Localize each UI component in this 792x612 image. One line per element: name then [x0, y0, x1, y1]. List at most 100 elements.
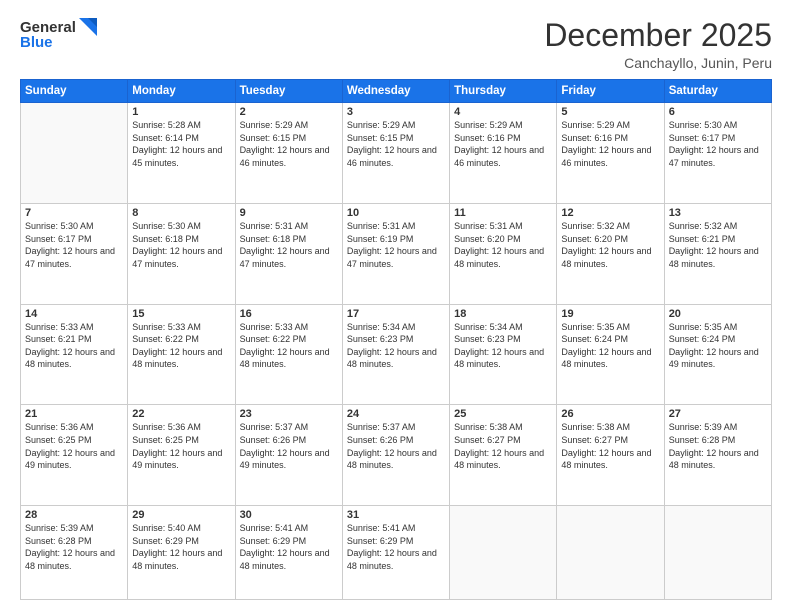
week-row-4: 21 Sunrise: 5:36 AMSunset: 6:25 PMDaylig…: [21, 405, 772, 506]
calendar-cell-w3-d4: 17 Sunrise: 5:34 AMSunset: 6:23 PMDaylig…: [342, 304, 449, 405]
calendar-cell-w2-d2: 8 Sunrise: 5:30 AMSunset: 6:18 PMDayligh…: [128, 203, 235, 304]
day-number: 17: [347, 308, 445, 320]
day-info: Sunrise: 5:41 AMSunset: 6:29 PMDaylight:…: [240, 522, 338, 572]
calendar-cell-w5-d6: [557, 506, 664, 600]
day-info: Sunrise: 5:36 AMSunset: 6:25 PMDaylight:…: [132, 421, 230, 471]
calendar-cell-w2-d6: 12 Sunrise: 5:32 AMSunset: 6:20 PMDaylig…: [557, 203, 664, 304]
calendar-cell-w3-d7: 20 Sunrise: 5:35 AMSunset: 6:24 PMDaylig…: [664, 304, 771, 405]
day-info: Sunrise: 5:29 AMSunset: 6:16 PMDaylight:…: [561, 119, 659, 169]
day-info: Sunrise: 5:38 AMSunset: 6:27 PMDaylight:…: [454, 421, 552, 471]
day-number: 19: [561, 308, 659, 320]
day-info: Sunrise: 5:36 AMSunset: 6:25 PMDaylight:…: [25, 421, 123, 471]
calendar-cell-w5-d1: 28 Sunrise: 5:39 AMSunset: 6:28 PMDaylig…: [21, 506, 128, 600]
calendar-cell-w3-d3: 16 Sunrise: 5:33 AMSunset: 6:22 PMDaylig…: [235, 304, 342, 405]
day-number: 2: [240, 106, 338, 118]
calendar-cell-w5-d4: 31 Sunrise: 5:41 AMSunset: 6:29 PMDaylig…: [342, 506, 449, 600]
calendar-cell-w2-d7: 13 Sunrise: 5:32 AMSunset: 6:21 PMDaylig…: [664, 203, 771, 304]
day-info: Sunrise: 5:35 AMSunset: 6:24 PMDaylight:…: [669, 321, 767, 371]
day-info: Sunrise: 5:32 AMSunset: 6:20 PMDaylight:…: [561, 220, 659, 270]
day-info: Sunrise: 5:29 AMSunset: 6:15 PMDaylight:…: [240, 119, 338, 169]
day-number: 8: [132, 207, 230, 219]
calendar-cell-w4-d7: 27 Sunrise: 5:39 AMSunset: 6:28 PMDaylig…: [664, 405, 771, 506]
calendar-cell-w1-d2: 1 Sunrise: 5:28 AMSunset: 6:14 PMDayligh…: [128, 103, 235, 204]
day-number: 31: [347, 509, 445, 521]
calendar-cell-w1-d7: 6 Sunrise: 5:30 AMSunset: 6:17 PMDayligh…: [664, 103, 771, 204]
col-wednesday: Wednesday: [342, 80, 449, 103]
day-info: Sunrise: 5:39 AMSunset: 6:28 PMDaylight:…: [25, 522, 123, 572]
day-number: 26: [561, 408, 659, 420]
calendar-cell-w1-d5: 4 Sunrise: 5:29 AMSunset: 6:16 PMDayligh…: [450, 103, 557, 204]
logo-triangle-icon: [79, 18, 97, 36]
calendar-cell-w5-d7: [664, 506, 771, 600]
calendar-header-row: Sunday Monday Tuesday Wednesday Thursday…: [21, 80, 772, 103]
page: General Blue December 2025 Canchayllo, J…: [0, 0, 792, 612]
calendar-cell-w4-d4: 24 Sunrise: 5:37 AMSunset: 6:26 PMDaylig…: [342, 405, 449, 506]
title-location: Canchayllo, Junin, Peru: [544, 55, 772, 71]
calendar-cell-w5-d2: 29 Sunrise: 5:40 AMSunset: 6:29 PMDaylig…: [128, 506, 235, 600]
day-number: 7: [25, 207, 123, 219]
day-number: 25: [454, 408, 552, 420]
day-number: 11: [454, 207, 552, 219]
col-tuesday: Tuesday: [235, 80, 342, 103]
week-row-2: 7 Sunrise: 5:30 AMSunset: 6:17 PMDayligh…: [21, 203, 772, 304]
col-sunday: Sunday: [21, 80, 128, 103]
calendar-cell-w4-d2: 22 Sunrise: 5:36 AMSunset: 6:25 PMDaylig…: [128, 405, 235, 506]
day-number: 29: [132, 509, 230, 521]
day-info: Sunrise: 5:30 AMSunset: 6:17 PMDaylight:…: [669, 119, 767, 169]
day-number: 3: [347, 106, 445, 118]
header: General Blue December 2025 Canchayllo, J…: [20, 18, 772, 71]
calendar-cell-w4-d1: 21 Sunrise: 5:36 AMSunset: 6:25 PMDaylig…: [21, 405, 128, 506]
day-number: 28: [25, 509, 123, 521]
day-number: 18: [454, 308, 552, 320]
calendar-cell-w1-d6: 5 Sunrise: 5:29 AMSunset: 6:16 PMDayligh…: [557, 103, 664, 204]
day-info: Sunrise: 5:31 AMSunset: 6:20 PMDaylight:…: [454, 220, 552, 270]
day-number: 5: [561, 106, 659, 118]
day-number: 9: [240, 207, 338, 219]
calendar-cell-w1-d1: [21, 103, 128, 204]
day-info: Sunrise: 5:33 AMSunset: 6:22 PMDaylight:…: [240, 321, 338, 371]
day-number: 30: [240, 509, 338, 521]
day-info: Sunrise: 5:29 AMSunset: 6:16 PMDaylight:…: [454, 119, 552, 169]
calendar-cell-w2-d4: 10 Sunrise: 5:31 AMSunset: 6:19 PMDaylig…: [342, 203, 449, 304]
day-info: Sunrise: 5:30 AMSunset: 6:17 PMDaylight:…: [25, 220, 123, 270]
day-number: 4: [454, 106, 552, 118]
day-info: Sunrise: 5:33 AMSunset: 6:21 PMDaylight:…: [25, 321, 123, 371]
day-number: 24: [347, 408, 445, 420]
calendar-cell-w3-d2: 15 Sunrise: 5:33 AMSunset: 6:22 PMDaylig…: [128, 304, 235, 405]
day-info: Sunrise: 5:31 AMSunset: 6:19 PMDaylight:…: [347, 220, 445, 270]
logo: General Blue: [20, 18, 97, 51]
calendar-cell-w5-d3: 30 Sunrise: 5:41 AMSunset: 6:29 PMDaylig…: [235, 506, 342, 600]
week-row-5: 28 Sunrise: 5:39 AMSunset: 6:28 PMDaylig…: [21, 506, 772, 600]
calendar-cell-w2-d1: 7 Sunrise: 5:30 AMSunset: 6:17 PMDayligh…: [21, 203, 128, 304]
calendar-table: Sunday Monday Tuesday Wednesday Thursday…: [20, 79, 772, 600]
day-number: 10: [347, 207, 445, 219]
title-block: December 2025 Canchayllo, Junin, Peru: [544, 18, 772, 71]
col-saturday: Saturday: [664, 80, 771, 103]
calendar-cell-w4-d5: 25 Sunrise: 5:38 AMSunset: 6:27 PMDaylig…: [450, 405, 557, 506]
title-month: December 2025: [544, 18, 772, 53]
day-info: Sunrise: 5:32 AMSunset: 6:21 PMDaylight:…: [669, 220, 767, 270]
day-number: 22: [132, 408, 230, 420]
day-number: 6: [669, 106, 767, 118]
day-info: Sunrise: 5:40 AMSunset: 6:29 PMDaylight:…: [132, 522, 230, 572]
calendar-cell-w2-d5: 11 Sunrise: 5:31 AMSunset: 6:20 PMDaylig…: [450, 203, 557, 304]
day-info: Sunrise: 5:28 AMSunset: 6:14 PMDaylight:…: [132, 119, 230, 169]
day-number: 20: [669, 308, 767, 320]
day-info: Sunrise: 5:35 AMSunset: 6:24 PMDaylight:…: [561, 321, 659, 371]
week-row-3: 14 Sunrise: 5:33 AMSunset: 6:21 PMDaylig…: [21, 304, 772, 405]
day-info: Sunrise: 5:30 AMSunset: 6:18 PMDaylight:…: [132, 220, 230, 270]
week-row-1: 1 Sunrise: 5:28 AMSunset: 6:14 PMDayligh…: [21, 103, 772, 204]
calendar-cell-w5-d5: [450, 506, 557, 600]
day-number: 1: [132, 106, 230, 118]
day-info: Sunrise: 5:41 AMSunset: 6:29 PMDaylight:…: [347, 522, 445, 572]
day-number: 21: [25, 408, 123, 420]
day-number: 12: [561, 207, 659, 219]
day-number: 14: [25, 308, 123, 320]
day-number: 15: [132, 308, 230, 320]
calendar-cell-w1-d3: 2 Sunrise: 5:29 AMSunset: 6:15 PMDayligh…: [235, 103, 342, 204]
day-info: Sunrise: 5:39 AMSunset: 6:28 PMDaylight:…: [669, 421, 767, 471]
day-info: Sunrise: 5:37 AMSunset: 6:26 PMDaylight:…: [347, 421, 445, 471]
day-info: Sunrise: 5:33 AMSunset: 6:22 PMDaylight:…: [132, 321, 230, 371]
day-info: Sunrise: 5:29 AMSunset: 6:15 PMDaylight:…: [347, 119, 445, 169]
day-info: Sunrise: 5:38 AMSunset: 6:27 PMDaylight:…: [561, 421, 659, 471]
